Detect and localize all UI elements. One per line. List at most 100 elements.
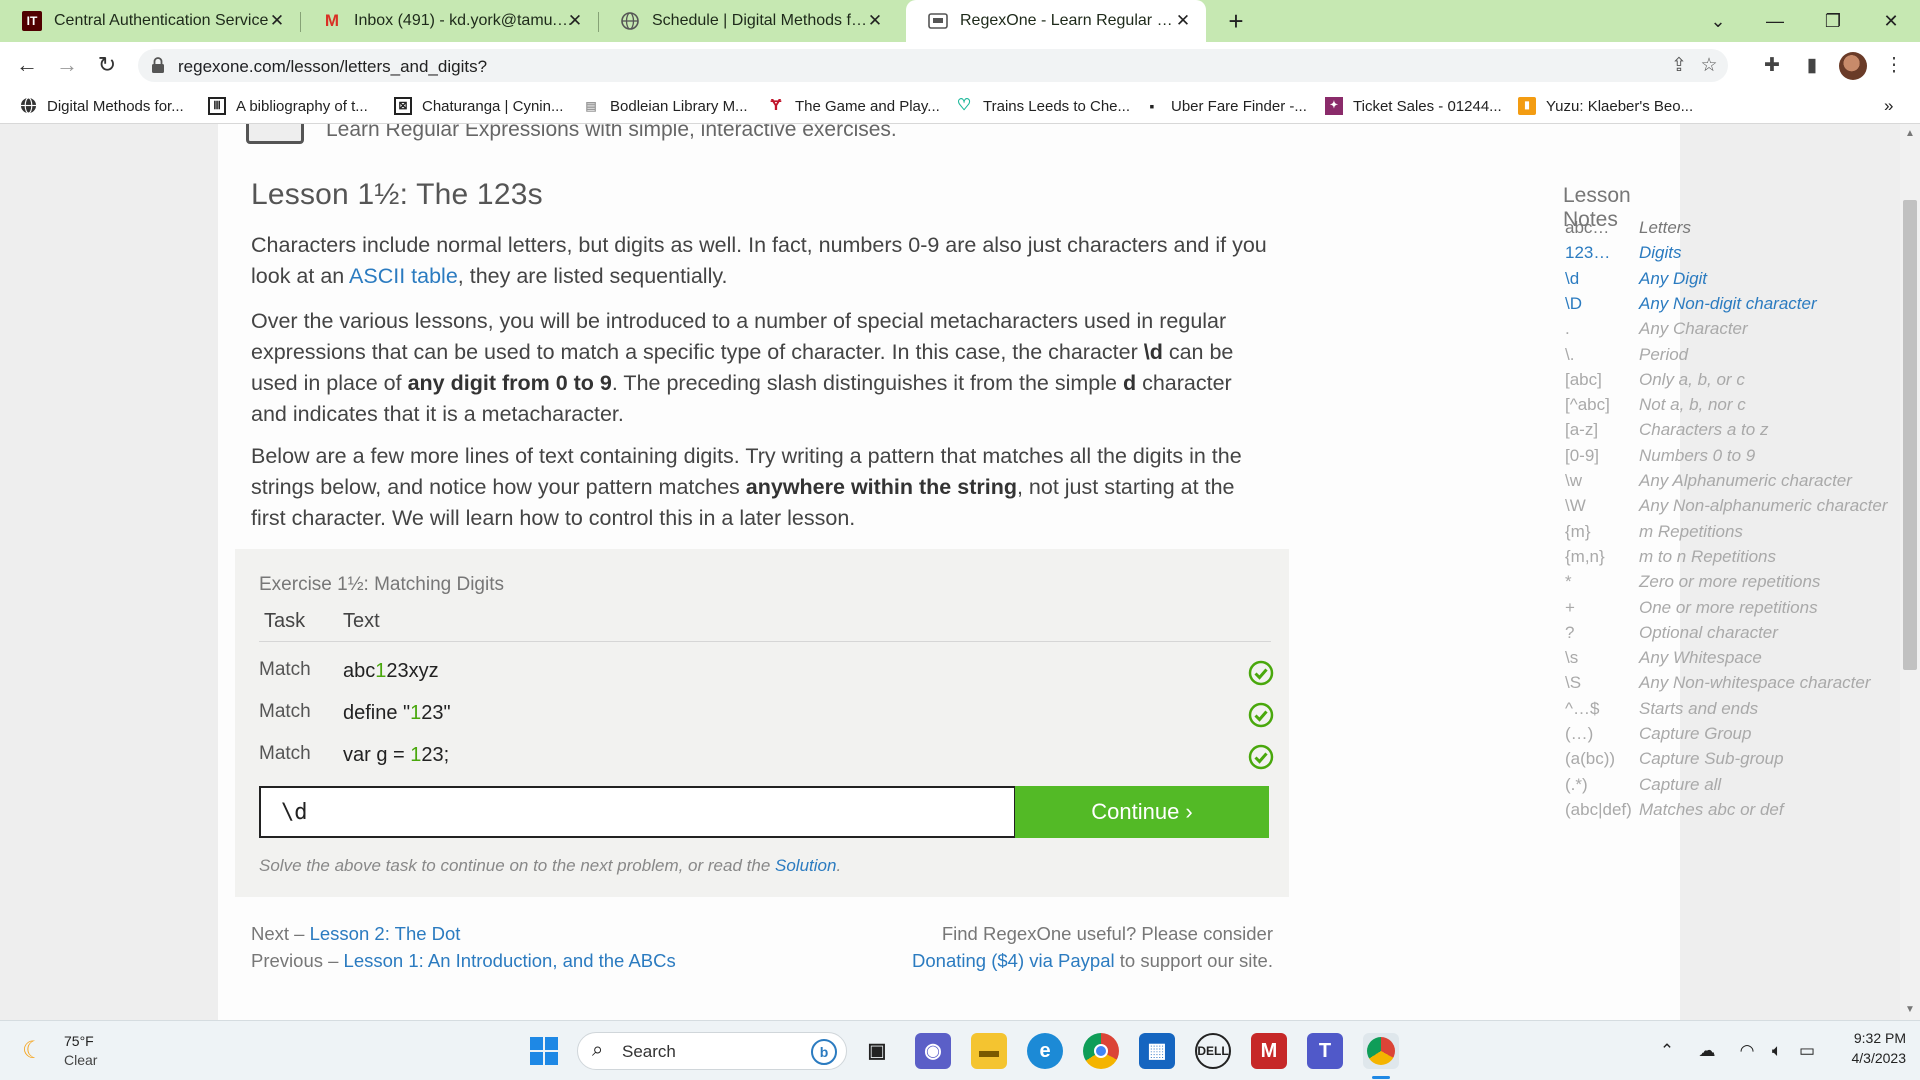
tray-overflow-chevron-icon[interactable]: ⌃: [1654, 1039, 1680, 1063]
previous-lesson-line: Previous – Lesson 1: An Introduction, an…: [251, 950, 676, 972]
battery-icon[interactable]: ▭: [1794, 1039, 1820, 1063]
volume-icon[interactable]: 🔈︎: [1764, 1039, 1790, 1063]
file-explorer-icon[interactable]: ▬: [971, 1033, 1007, 1069]
bookmark-star-icon[interactable]: ☆: [1696, 53, 1722, 79]
close-tab-icon[interactable]: ✕: [1174, 12, 1192, 30]
text-match-highlight: 1: [375, 660, 387, 682]
browser-toolbar: ← → ↻ regexone.com/lesson/letters_and_di…: [0, 42, 1920, 88]
clock-date: 4/3/2023: [1851, 1050, 1907, 1066]
dell-icon[interactable]: DELL: [1195, 1033, 1231, 1069]
note-description: Capture all: [1639, 774, 1722, 794]
store-icon[interactable]: ▦: [1139, 1033, 1175, 1069]
close-tab-icon[interactable]: ✕: [866, 12, 884, 30]
wifi-icon[interactable]: ◠: [1734, 1039, 1760, 1063]
forward-button[interactable]: →: [51, 50, 83, 80]
profile-avatar[interactable]: [1839, 52, 1867, 80]
bookmark-label: A bibliography of t...: [236, 97, 368, 115]
restore-button[interactable]: ❐: [1815, 6, 1851, 36]
tab-cas[interactable]: IT Central Authentication Service ✕: [0, 0, 300, 42]
windows-start-icon[interactable]: [526, 1033, 562, 1069]
lesson-title: Lesson 1½: The 123s: [251, 178, 543, 211]
exercise-panel: Exercise 1½: Matching Digits Task Text M…: [235, 549, 1289, 897]
chrome-icon[interactable]: [1083, 1033, 1119, 1069]
taskbar-clock[interactable]: 9:32 PM 4/3/2023: [1840, 1030, 1907, 1066]
bookmark-item[interactable]: ⊠ Chaturanga | Cynin...: [394, 96, 563, 116]
yuzu-icon: ▮: [1518, 97, 1536, 115]
back-button[interactable]: ←: [11, 50, 43, 80]
exercise-row: Match var g = 123;: [259, 736, 1274, 776]
close-tab-icon[interactable]: ✕: [566, 12, 584, 30]
bookmark-item[interactable]: Ɏ The Game and Play...: [767, 96, 940, 116]
chat-icon[interactable]: ◉: [915, 1033, 951, 1069]
test-string: var g = 123;: [343, 744, 449, 767]
task-view-icon[interactable]: ▣: [859, 1033, 895, 1069]
minimize-button[interactable]: —: [1757, 6, 1793, 36]
footer-text: to support our site.: [1114, 950, 1273, 971]
regex-answer-input[interactable]: [259, 786, 1016, 838]
edge-icon[interactable]: e: [1027, 1033, 1063, 1069]
extensions-puzzle-icon[interactable]: ✚: [1758, 52, 1786, 80]
note-description: m to n Repetitions: [1639, 546, 1777, 566]
check-circle-icon: [1248, 702, 1274, 728]
note-description: Letters: [1639, 218, 1691, 237]
chrome-profile-icon[interactable]: [1363, 1033, 1399, 1069]
bookmark-item[interactable]: ▤ Bodleian Library M...: [582, 96, 747, 116]
exercise-row: Match define "123": [259, 694, 1274, 734]
note-description: Matches abc or def: [1639, 799, 1784, 819]
tab-schedule[interactable]: Schedule | Digital Methods for Hi ✕: [598, 0, 898, 42]
bookmark-item[interactable]: ▮ Yuzu: Klaeber's Beo...: [1518, 96, 1693, 116]
close-tab-icon[interactable]: ✕: [268, 12, 286, 30]
ascii-table-link[interactable]: ASCII table: [349, 264, 458, 288]
teams-icon[interactable]: T: [1307, 1033, 1343, 1069]
bookmark-item[interactable]: ▪ Uber Fare Finder -...: [1143, 96, 1307, 116]
more-bookmarks-chevron-icon[interactable]: »: [1884, 96, 1893, 116]
share-icon[interactable]: ⇪: [1666, 53, 1692, 79]
bookmarks-bar: Digital Methods for... Ⅲ A bibliography o…: [0, 88, 1920, 124]
address-bar[interactable]: regexone.com/lesson/letters_and_digits? …: [138, 49, 1728, 82]
note-description: Digits: [1639, 243, 1682, 263]
tab-gmail[interactable]: M Inbox (491) - kd.york@tamu.edu ✕: [300, 0, 598, 42]
bing-icon[interactable]: b: [811, 1039, 837, 1065]
solution-link[interactable]: Solution: [775, 856, 836, 875]
url-path: /lesson/letters_and_digits?: [285, 57, 488, 76]
lesson-paragraph-3: Below are a few more lines of text conta…: [251, 441, 1271, 534]
side-panel-icon[interactable]: ▮: [1798, 52, 1826, 80]
onedrive-cloud-icon[interactable]: ☁: [1694, 1039, 1720, 1063]
note-symbol: {m}: [1565, 521, 1591, 541]
close-window-button[interactable]: ✕: [1873, 6, 1909, 36]
taskbar-search-box[interactable]: ⌕ Search b: [577, 1032, 847, 1070]
lock-icon[interactable]: [150, 56, 168, 74]
mcafee-icon[interactable]: M: [1251, 1033, 1287, 1069]
test-string: abc123xyz: [343, 660, 439, 683]
bold-char: d: [1122, 371, 1137, 395]
note-symbol: *: [1565, 572, 1572, 592]
bookmark-item[interactable]: ✦ Ticket Sales - 01244...: [1325, 96, 1502, 116]
scroll-up-arrow-icon[interactable]: ▲: [1900, 128, 1920, 139]
note-description: Not a, b, nor c: [1639, 395, 1746, 415]
scrollbar-thumb[interactable]: [1903, 200, 1917, 670]
bookmark-item[interactable]: ♡ Trains Leeds to Che...: [955, 96, 1130, 116]
tab-regexone[interactable]: RegexOne - Learn Regular Expres ✕: [906, 0, 1206, 42]
continue-button[interactable]: Continue ›: [1015, 786, 1269, 838]
text-plain: 23;: [421, 744, 450, 766]
task-label: Match: [259, 659, 311, 680]
bookmark-item[interactable]: Digital Methods for...: [19, 96, 184, 116]
menu-kebab-icon[interactable]: ⋮: [1880, 52, 1908, 80]
previous-lesson-link[interactable]: Lesson 1: An Introduction, and the ABCs: [344, 950, 676, 971]
tab-search-chevron-icon[interactable]: ⌄: [1700, 6, 1736, 36]
donate-paypal-link[interactable]: Donating ($4) via Paypal: [912, 950, 1115, 971]
tab-title: Schedule | Digital Methods for Hi: [652, 12, 870, 29]
scroll-down-arrow-icon[interactable]: ▼: [1900, 1004, 1920, 1015]
task-label: Match: [259, 701, 311, 722]
trainline-icon: ♡: [956, 97, 972, 114]
next-lesson-link[interactable]: Lesson 2: The Dot: [310, 923, 461, 944]
text-plain: var g =: [343, 744, 411, 766]
reload-button[interactable]: ↻: [91, 50, 123, 80]
regexone-logo[interactable]: [246, 124, 304, 144]
note-symbol: .: [1565, 319, 1570, 339]
bookmark-item[interactable]: Ⅲ A bibliography of t...: [208, 96, 368, 116]
new-tab-button[interactable]: +: [1220, 6, 1252, 38]
exercise-hint: Solve the above task to continue on to t…: [259, 856, 841, 876]
text-plain: abc: [343, 660, 376, 682]
page-scrollbar[interactable]: ▲ ▼: [1900, 124, 1920, 1020]
